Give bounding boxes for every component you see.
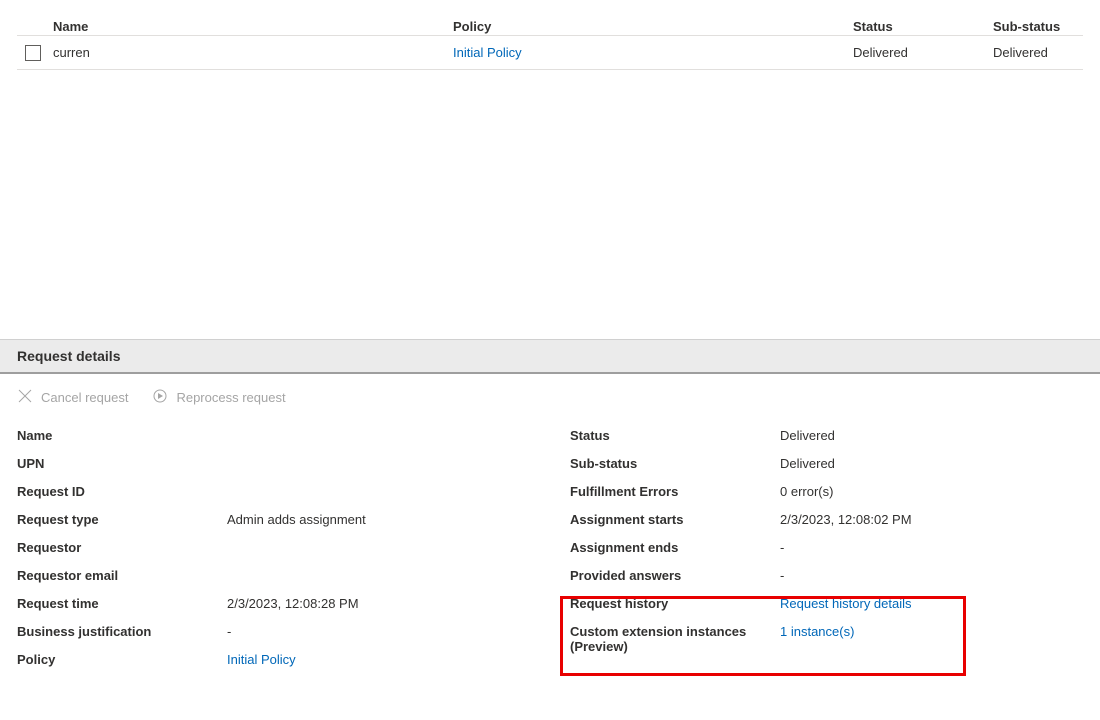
substatus-value: Delivered	[780, 456, 835, 471]
row-substatus: Delivered	[993, 45, 1083, 60]
row-checkbox[interactable]	[25, 45, 41, 61]
requesttime-label: Request time	[17, 596, 227, 611]
details-panel-title: Request details	[0, 339, 1100, 374]
column-name[interactable]: Name	[53, 19, 453, 34]
requesttype-label: Request type	[17, 512, 227, 527]
row-name: curren	[53, 45, 453, 60]
row-policy-link[interactable]: Initial Policy	[453, 45, 522, 60]
bizjust-value: -	[227, 624, 231, 639]
row-status: Delivered	[853, 45, 993, 60]
history-label: Request history	[570, 596, 780, 611]
ends-label: Assignment ends	[570, 540, 780, 555]
requesttime-value: 2/3/2023, 12:08:28 PM	[227, 596, 359, 611]
status-label: Status	[570, 428, 780, 443]
column-substatus[interactable]: Sub-status	[993, 19, 1083, 34]
custom-label: Custom extension instances (Preview)	[570, 624, 780, 654]
answers-value: -	[780, 568, 784, 583]
cancel-request-button: Cancel request	[17, 388, 128, 407]
requestid-label: Request ID	[17, 484, 227, 499]
column-policy[interactable]: Policy	[453, 19, 853, 34]
bizjust-label: Business justification	[17, 624, 227, 639]
starts-value: 2/3/2023, 12:08:02 PM	[780, 512, 912, 527]
requestor-label: Requestor	[17, 540, 227, 555]
history-link[interactable]: Request history details	[780, 596, 912, 611]
close-icon	[17, 388, 33, 407]
reprocess-request-button: Reprocess request	[152, 388, 285, 407]
column-status[interactable]: Status	[853, 19, 993, 34]
table-row[interactable]: curren Initial Policy Delivered Delivere…	[17, 36, 1083, 70]
requestoremail-label: Requestor email	[17, 568, 227, 583]
ends-value: -	[780, 540, 784, 555]
policy-link[interactable]: Initial Policy	[227, 652, 296, 667]
custom-instances-link[interactable]: 1 instance(s)	[780, 624, 854, 639]
errors-label: Fulfillment Errors	[570, 484, 780, 499]
reprocess-icon	[152, 388, 168, 407]
cancel-request-label: Cancel request	[41, 390, 128, 405]
table-header: Name Policy Status Sub-status	[17, 0, 1083, 36]
policy-label: Policy	[17, 652, 227, 667]
status-value: Delivered	[780, 428, 835, 443]
errors-value: 0 error(s)	[780, 484, 833, 499]
requesttype-value: Admin adds assignment	[227, 512, 366, 527]
upn-label: UPN	[17, 456, 227, 471]
substatus-label: Sub-status	[570, 456, 780, 471]
reprocess-request-label: Reprocess request	[176, 390, 285, 405]
starts-label: Assignment starts	[570, 512, 780, 527]
answers-label: Provided answers	[570, 568, 780, 583]
name-label: Name	[17, 428, 227, 443]
